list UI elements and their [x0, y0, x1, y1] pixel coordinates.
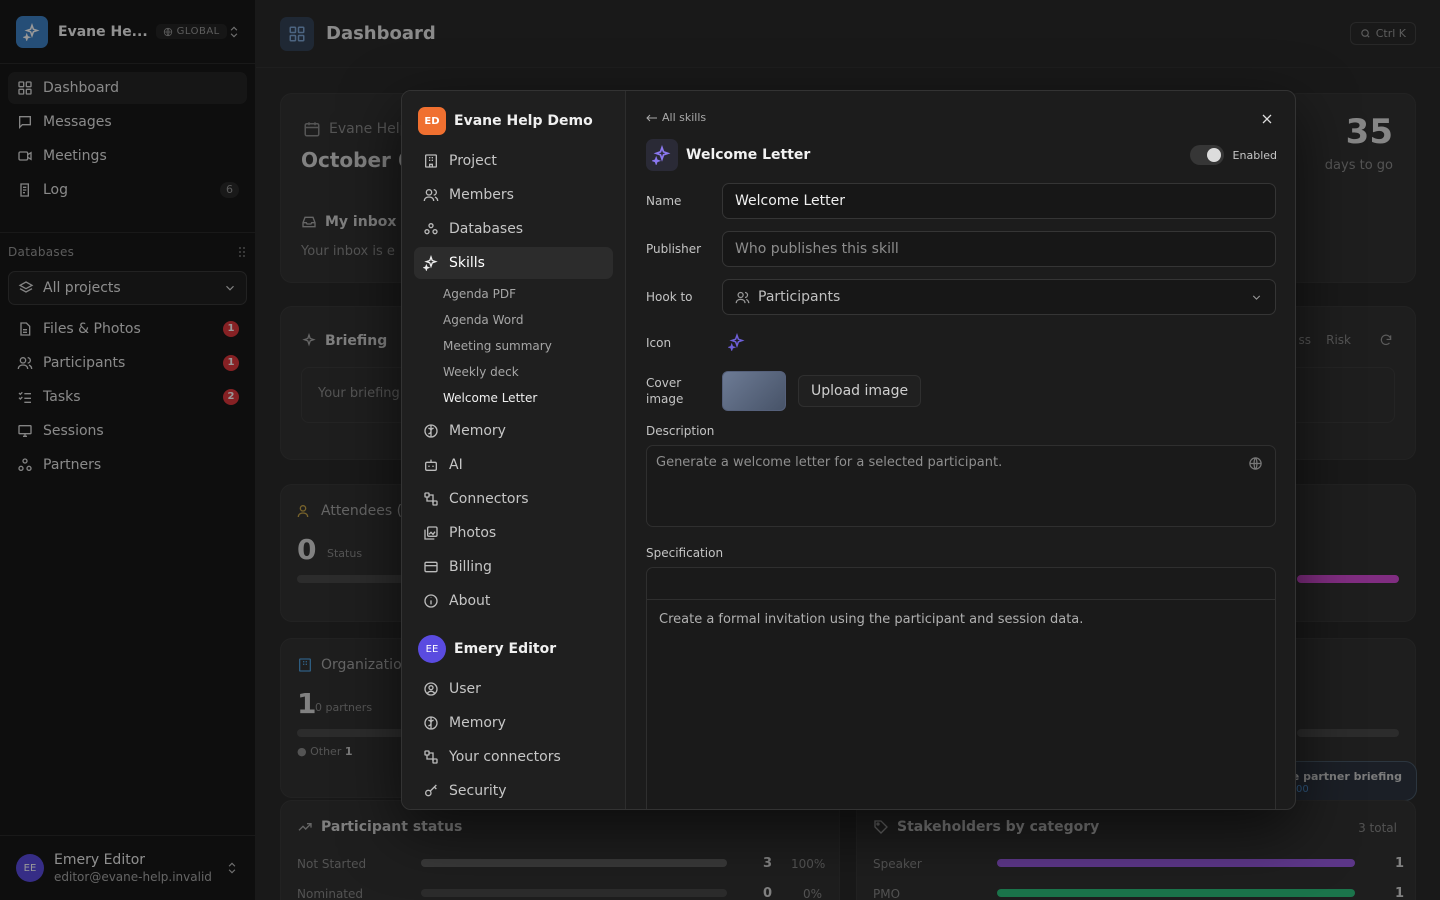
enabled-label: Enabled	[1232, 148, 1277, 162]
settings-item-databases[interactable]: Databases	[414, 213, 613, 245]
editor-toolbar	[647, 568, 1275, 600]
specification-editor[interactable]: Create a formal invitation using the par…	[646, 567, 1276, 809]
org-name: Evane Help Demo	[454, 113, 593, 129]
user-section-header: EE Emery Editor	[414, 633, 613, 665]
chevron-down-icon	[1250, 291, 1263, 304]
arrow-left-icon	[646, 114, 657, 121]
settings-item-label: Skills	[449, 255, 485, 271]
cover-image-preview	[722, 371, 786, 411]
settings-item-connectors[interactable]: Connectors	[414, 483, 613, 515]
info-icon	[422, 593, 440, 609]
settings-item-members[interactable]: Members	[414, 179, 613, 211]
name-label: Name	[646, 194, 682, 208]
skill-item-agenda-pdf[interactable]: Agenda PDF	[414, 281, 613, 307]
skill-header: Welcome Letter	[646, 139, 810, 171]
settings-item-project[interactable]: Project	[414, 145, 613, 177]
brain-icon	[422, 423, 440, 439]
settings-item-label: Project	[449, 153, 497, 169]
enabled-toggle[interactable]	[1189, 145, 1224, 165]
settings-item-label: Members	[449, 187, 514, 203]
globe-icon[interactable]	[1248, 456, 1263, 471]
specification-label: Specification	[646, 546, 724, 560]
back-to-all-skills-link[interactable]: All skills	[646, 111, 706, 124]
description-label: Description	[646, 424, 715, 438]
connector-icon	[422, 749, 440, 765]
settings-item-skills[interactable]: Skills	[414, 247, 613, 279]
name-input[interactable]: Welcome Letter	[722, 183, 1276, 219]
settings-item-label: Billing	[449, 559, 492, 575]
skill-title: Welcome Letter	[686, 147, 811, 163]
user-circle-icon	[422, 681, 440, 697]
skill-item-weekly-deck[interactable]: Weekly deck	[414, 359, 613, 385]
settings-item-about[interactable]: About	[414, 585, 613, 617]
hook-select[interactable]: Participants	[722, 279, 1276, 315]
settings-item-billing[interactable]: Billing	[414, 551, 613, 583]
connector-icon	[422, 491, 440, 507]
database-icon	[422, 221, 440, 237]
settings-item-user-memory[interactable]: Memory	[414, 707, 613, 739]
settings-item-label: AI	[449, 457, 463, 473]
users-icon	[735, 290, 750, 305]
settings-item-ai[interactable]: AI	[414, 449, 613, 481]
sparkles-icon	[422, 255, 440, 271]
org-header: ED Evane Help Demo	[414, 105, 613, 137]
hook-label: Hook to	[646, 290, 693, 304]
cover-image-label: Cover image	[646, 376, 684, 406]
skill-item-agenda-word[interactable]: Agenda Word	[414, 307, 613, 333]
avatar: EE	[418, 635, 446, 663]
settings-item-memory[interactable]: Memory	[414, 415, 613, 447]
settings-item-photos[interactable]: Photos	[414, 517, 613, 549]
specification-text: Create a formal invitation using the par…	[659, 612, 1084, 627]
description-textarea[interactable]: Generate a welcome letter for a selected…	[646, 445, 1276, 527]
settings-item-security[interactable]: Security	[414, 775, 613, 807]
org-logo: ED	[418, 107, 446, 135]
publisher-label: Publisher	[646, 242, 702, 256]
card-icon	[422, 559, 440, 575]
settings-item-your-connectors[interactable]: Your connectors	[414, 741, 613, 773]
skill-editor: All skills Welcome Letter Enabled Name W…	[626, 91, 1295, 809]
building-icon	[422, 153, 440, 169]
settings-item-label: Photos	[449, 525, 497, 541]
icon-label: Icon	[646, 336, 672, 350]
settings-item-user[interactable]: User	[414, 673, 613, 705]
skill-item-meeting-summary[interactable]: Meeting summary	[414, 333, 613, 359]
upload-image-button[interactable]: Upload image	[798, 375, 922, 407]
close-icon	[1262, 114, 1272, 124]
users-icon	[422, 187, 440, 203]
user-section-name: Emery Editor	[454, 641, 557, 657]
settings-item-label: About	[449, 593, 491, 609]
settings-item-label: Memory	[449, 423, 506, 439]
photos-icon	[422, 525, 440, 541]
publisher-input[interactable]: Who publishes this skill	[722, 231, 1276, 267]
settings-item-label: Security	[449, 783, 507, 799]
brain-icon	[422, 715, 440, 731]
settings-modal: ED Evane Help Demo Project Members Datab…	[401, 90, 1296, 810]
key-icon	[422, 783, 440, 799]
settings-item-label: Databases	[449, 221, 524, 237]
settings-item-label: Your connectors	[449, 749, 561, 765]
skill-item-welcome-letter[interactable]: Welcome Letter	[414, 385, 613, 411]
close-button[interactable]	[1257, 109, 1277, 129]
settings-item-label: Connectors	[449, 491, 529, 507]
settings-item-label: User	[449, 681, 481, 697]
settings-item-label: Memory	[449, 715, 506, 731]
enabled-toggle-group: Enabled	[1189, 145, 1277, 165]
settings-nav: ED Evane Help Demo Project Members Datab…	[402, 91, 626, 809]
sparkles-icon[interactable]	[728, 333, 746, 351]
bot-icon	[422, 457, 440, 473]
sparkles-icon	[646, 139, 678, 171]
